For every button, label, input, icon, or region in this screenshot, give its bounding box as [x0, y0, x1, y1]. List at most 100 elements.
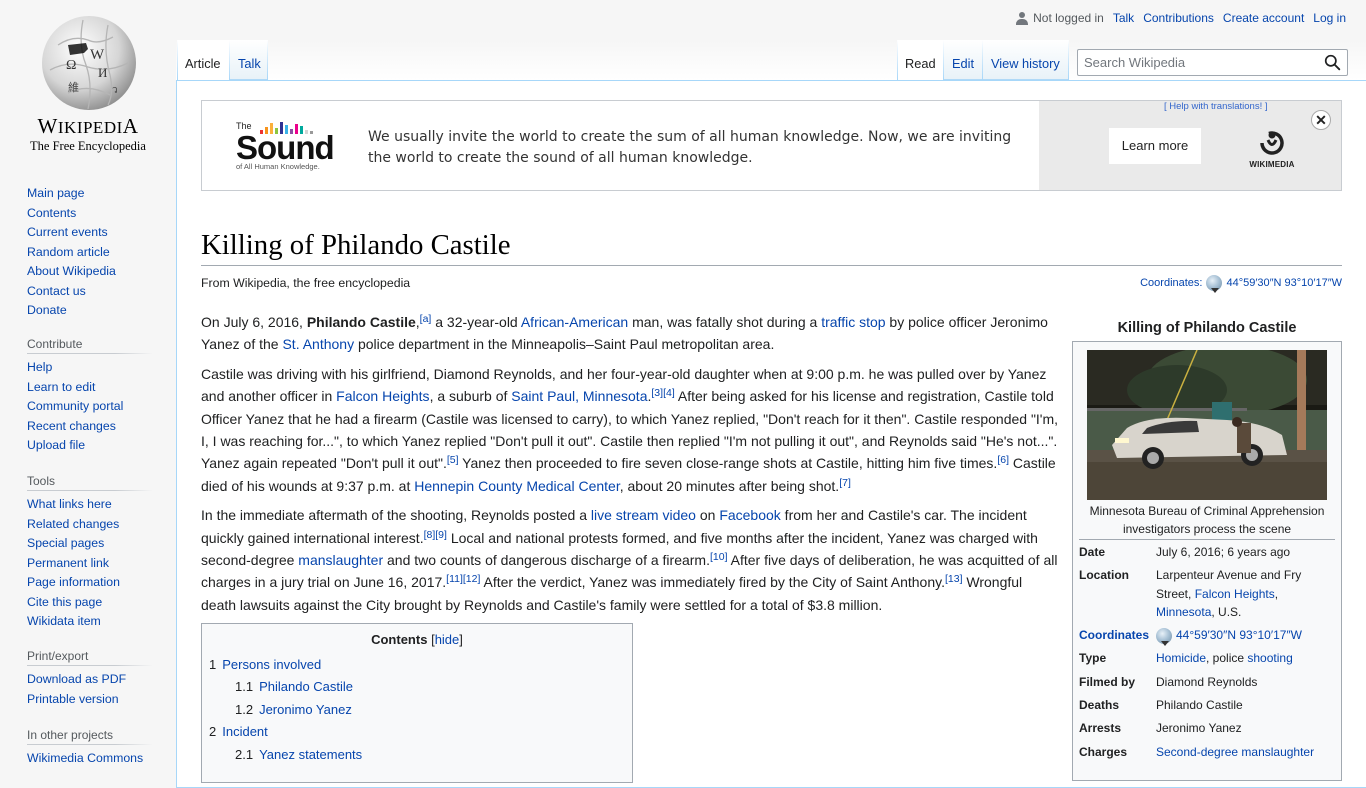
inline-link[interactable]: Falcon Heights: [336, 388, 429, 404]
sidebar-item-help[interactable]: Help: [27, 360, 52, 374]
inline-link[interactable]: 44°59′30″N 93°10′17″W: [1176, 628, 1302, 642]
sidebar-item-printable-version[interactable]: Printable version: [27, 692, 119, 706]
citation-link[interactable]: [12]: [463, 573, 481, 585]
citation-link[interactable]: [5]: [447, 454, 459, 466]
sidebar-item-recent-changes[interactable]: Recent changes: [27, 419, 116, 433]
tab-edit-label[interactable]: Edit: [952, 56, 974, 71]
tab-read-label[interactable]: Read: [905, 56, 936, 71]
sidebar-item-donate[interactable]: Donate: [27, 303, 67, 317]
sidebar-item-permanent-link[interactable]: Permanent link: [27, 556, 109, 570]
toc-link[interactable]: Persons involved: [222, 657, 321, 672]
site-subtitle: From Wikipedia, the free encyclopedia: [201, 276, 411, 290]
infobox-row: Charges Second-degree manslaughter: [1078, 741, 1336, 764]
tab-talk[interactable]: Talk: [230, 40, 268, 80]
search-box: [1077, 49, 1348, 76]
wikimedia-logo: WIKIMEDIA: [1244, 129, 1300, 169]
inline-link[interactable]: Second-degree manslaughter: [1156, 745, 1314, 759]
tab-article-label[interactable]: Article: [185, 56, 221, 71]
citation-link[interactable]: [11]: [446, 573, 463, 585]
toc-link[interactable]: Yanez statements: [259, 747, 362, 762]
citation-link[interactable]: [10]: [710, 551, 728, 563]
tab-view-history[interactable]: View history: [983, 40, 1069, 80]
coordinates-value[interactable]: 44°59′30″N 93°10′17″W: [1226, 277, 1342, 289]
sidebar-item-random-article[interactable]: Random article: [27, 245, 110, 259]
contributions-link[interactable]: Contributions: [1143, 11, 1214, 25]
sidebar-item-related-changes[interactable]: Related changes: [27, 517, 119, 531]
inline-link[interactable]: manslaughter: [298, 552, 383, 568]
sidebar-item-current-events[interactable]: Current events: [27, 225, 108, 239]
sidebar-item-learn-to-edit[interactable]: Learn to edit: [27, 380, 95, 394]
citation-link[interactable]: [a]: [420, 313, 432, 325]
text: Philando Castile: [1156, 698, 1243, 713]
globe-icon[interactable]: [1206, 275, 1223, 293]
toc-item[interactable]: 1 Persons involved: [209, 654, 625, 676]
inline-link[interactable]: St. Anthony: [282, 336, 354, 352]
infobox-value: Homicide, police shooting: [1155, 647, 1336, 670]
citation-link[interactable]: [4]: [663, 387, 675, 399]
sidebar-item-main-page[interactable]: Main page: [27, 186, 84, 200]
sidebar-item-cite-this-page[interactable]: Cite this page: [27, 595, 102, 609]
inline-link[interactable]: Falcon Heights: [1195, 587, 1275, 601]
toc-item[interactable]: 1.2 Jeronimo Yanez: [209, 699, 625, 721]
inline-link[interactable]: Facebook: [719, 507, 780, 523]
tab-edit[interactable]: Edit: [944, 40, 983, 80]
close-banner-button[interactable]: ✕: [1311, 110, 1331, 130]
sidebar-item-community-portal[interactable]: Community portal: [27, 399, 123, 413]
sidebar-item-what-links-here[interactable]: What links here: [27, 497, 112, 511]
sidebar-item-contact-us[interactable]: Contact us: [27, 284, 86, 298]
citation-link[interactable]: [6]: [997, 454, 1009, 466]
infobox-label[interactable]: Coordinates: [1078, 624, 1155, 647]
sidebar-item-wikidata-item[interactable]: Wikidata item: [27, 614, 101, 628]
tab-view-history-label[interactable]: View history: [991, 56, 1060, 71]
inline-link[interactable]: Homicide: [1156, 651, 1206, 665]
sidebar-item-page-information[interactable]: Page information: [27, 575, 120, 589]
inline-link[interactable]: traffic stop: [821, 314, 885, 330]
sidebar-item-contents[interactable]: Contents: [27, 206, 76, 220]
infobox-value: Philando Castile: [1155, 694, 1336, 717]
user-talk-link[interactable]: Talk: [1113, 11, 1134, 25]
sidebar-other-projects: In other projects Wikimedia Commons: [27, 726, 152, 769]
personal-tools: Not logged in Talk Contributions Create …: [1016, 11, 1346, 25]
inline-link[interactable]: African-American: [521, 314, 628, 330]
toc-item[interactable]: 2.1 Yanez statements: [209, 744, 625, 766]
learn-more-button[interactable]: Learn more: [1109, 128, 1201, 164]
citation-link[interactable]: [9]: [435, 529, 447, 541]
sidebar-item-download-pdf[interactable]: Download as PDF: [27, 672, 126, 686]
coordinates-label[interactable]: Coordinates:: [1140, 277, 1202, 289]
svg-text:ว: ว: [112, 85, 118, 96]
tab-read[interactable]: Read: [897, 40, 944, 80]
help-translations-link[interactable]: [ Help with translations! ]: [1164, 101, 1268, 112]
sidebar-item-special-pages[interactable]: Special pages: [27, 536, 104, 550]
infobox-image[interactable]: [1087, 350, 1327, 500]
text: In the immediate aftermath of the shooti…: [201, 507, 591, 524]
search-input[interactable]: [1078, 50, 1308, 75]
wikipedia-logo[interactable]: Ω W И 維 ว WIKIPEDIA The Free Encyclopedi…: [0, 0, 176, 160]
sidebar-item-about-wikipedia[interactable]: About Wikipedia: [27, 264, 116, 278]
inline-link[interactable]: Minnesota: [1156, 605, 1211, 619]
citation: [13]: [945, 573, 963, 585]
login-link[interactable]: Log in: [1313, 11, 1346, 25]
inline-link[interactable]: shooting: [1247, 651, 1292, 665]
sidebar-item-upload-file[interactable]: Upload file: [27, 438, 85, 452]
create-account-link[interactable]: Create account: [1223, 11, 1304, 25]
toc-link[interactable]: Jeronimo Yanez: [259, 702, 352, 717]
sidebar-heading-print-export: Print/export: [27, 647, 152, 666]
inline-link[interactable]: Saint Paul, Minnesota: [511, 388, 647, 404]
citation-link[interactable]: [13]: [945, 573, 963, 585]
toc-link[interactable]: Incident: [222, 724, 268, 739]
globe-icon[interactable]: [1156, 627, 1172, 646]
citation-link[interactable]: [3]: [651, 387, 663, 399]
sidebar-item-wikimedia-commons[interactable]: Wikimedia Commons: [27, 751, 143, 765]
inline-link[interactable]: live stream video: [591, 507, 696, 523]
toc-link[interactable]: Philando Castile: [259, 679, 353, 694]
search-icon[interactable]: [1324, 54, 1341, 71]
toc-item[interactable]: 1.1 Philando Castile: [209, 676, 625, 698]
tab-article[interactable]: Article: [177, 40, 230, 80]
citation-link[interactable]: [8]: [424, 529, 436, 541]
toc-item[interactable]: 2 Incident: [209, 721, 625, 743]
toc-hide-link[interactable]: hide: [435, 632, 460, 647]
tab-talk-label[interactable]: Talk: [238, 56, 261, 71]
infobox-label: Charges: [1079, 744, 1128, 759]
citation-link[interactable]: [7]: [839, 477, 851, 489]
inline-link[interactable]: Hennepin County Medical Center: [414, 478, 619, 494]
